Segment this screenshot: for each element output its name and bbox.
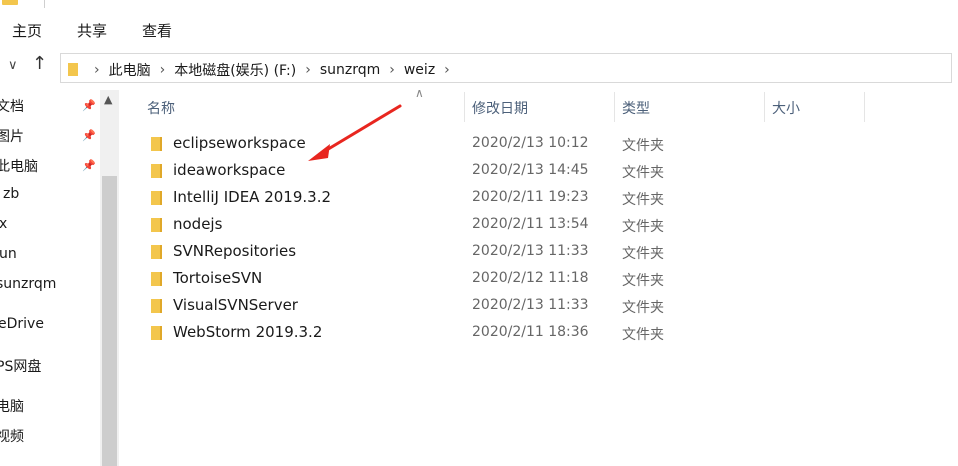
file-row[interactable]: WebStorm 2019.3.2 2020/2/11 18:36 文件夹: [119, 319, 879, 346]
file-name: nodejs: [173, 215, 223, 233]
file-row[interactable]: TortoiseSVN 2020/2/12 11:18 文件夹: [119, 265, 879, 292]
file-type: 文件夹: [622, 219, 664, 235]
title-divider: [44, 0, 45, 8]
folder-icon: [151, 299, 162, 313]
folder-icon: [151, 191, 162, 205]
address-bar[interactable]: › 此电脑 › 本地磁盘(娱乐) (F:) › sunzrqm › weiz ›: [60, 53, 952, 83]
sidebar-item-pc[interactable]: 电脑: [0, 396, 24, 416]
folder-icon: [151, 272, 162, 286]
chevron-right-icon[interactable]: ›: [389, 62, 395, 78]
file-row[interactable]: ideaworkspace 2020/2/13 14:45 文件夹: [119, 157, 879, 184]
file-name: SVNRepositories: [173, 242, 297, 260]
column-divider[interactable]: [614, 92, 615, 122]
chevron-right-icon[interactable]: ›: [305, 62, 311, 78]
file-type: 文件夹: [622, 300, 664, 316]
folder-icon: [151, 218, 162, 232]
folder-icon: [151, 326, 162, 340]
sidebar-item-zb[interactable]: zb: [3, 186, 19, 202]
file-date: 2020/2/13 14:45: [472, 162, 589, 178]
file-date: 2020/2/11 13:54: [472, 216, 589, 232]
pin-icon: 📌: [82, 159, 96, 172]
chevron-right-icon[interactable]: ›: [94, 62, 100, 78]
folder-icon: [68, 63, 78, 76]
file-row[interactable]: VisualSVNServer 2020/2/13 11:33 文件夹: [119, 292, 879, 319]
folder-icon: [2, 0, 18, 5]
title-bar: [0, 0, 958, 10]
up-arrow-icon[interactable]: ↑: [32, 53, 47, 74]
file-type: 文件夹: [622, 138, 664, 154]
file-date: 2020/2/13 11:33: [472, 243, 589, 259]
column-headers: ∧ 名称 修改日期 类型 大小: [119, 86, 958, 122]
file-name: TortoiseSVN: [173, 269, 263, 287]
breadcrumb-this-pc[interactable]: 此电脑: [109, 60, 151, 80]
file-name: IntelliJ IDEA 2019.3.2: [173, 188, 332, 206]
ribbon: 主页 共享 查看: [0, 10, 958, 49]
sidebar-item-onedrive[interactable]: eDrive: [0, 316, 44, 332]
file-row[interactable]: eclipseworkspace 2020/2/13 10:12 文件夹: [119, 130, 879, 157]
file-type: 文件夹: [622, 327, 664, 343]
breadcrumb-weiz[interactable]: weiz: [404, 62, 435, 78]
file-row[interactable]: nodejs 2020/2/11 13:54 文件夹: [119, 211, 879, 238]
file-date: 2020/2/13 10:12: [472, 135, 589, 151]
sidebar-item-un[interactable]: un: [0, 246, 17, 262]
sidebar-item-sunzrqm[interactable]: sunzrqm: [0, 276, 56, 292]
column-header-type[interactable]: 类型: [622, 98, 650, 118]
sidebar-item-x[interactable]: x: [0, 216, 7, 232]
scroll-up-arrow-icon[interactable]: ▲: [104, 93, 112, 106]
breadcrumb: › 此电脑 › 本地磁盘(娱乐) (F:) › sunzrqm › weiz ›: [85, 60, 459, 80]
file-row[interactable]: IntelliJ IDEA 2019.3.2 2020/2/11 19:23 文…: [119, 184, 879, 211]
file-name: WebStorm 2019.3.2: [173, 323, 323, 341]
file-row[interactable]: SVNRepositories 2020/2/13 11:33 文件夹: [119, 238, 879, 265]
sidebar-item-wps-drive[interactable]: PS网盘: [0, 356, 41, 376]
chevron-right-icon[interactable]: ›: [444, 62, 450, 78]
column-divider[interactable]: [764, 92, 765, 122]
file-date: 2020/2/11 18:36: [472, 324, 589, 340]
file-type: 文件夹: [622, 165, 664, 181]
breadcrumb-sunzrqm[interactable]: sunzrqm: [320, 62, 380, 78]
file-type: 文件夹: [622, 192, 664, 208]
tab-view[interactable]: 查看: [142, 20, 172, 41]
column-header-date[interactable]: 修改日期: [472, 98, 528, 118]
folder-icon: [151, 245, 162, 259]
column-divider[interactable]: [464, 92, 465, 122]
recent-locations-chevron-icon[interactable]: ∨: [8, 58, 18, 73]
file-date: 2020/2/12 11:18: [472, 270, 589, 286]
folder-icon: [151, 137, 162, 151]
navigation-pane: 文档 📌 图片 📌 此电脑 📌 zb x un sunzrqm eDrive P…: [0, 90, 100, 466]
sort-ascending-icon: ∧: [415, 86, 424, 100]
file-name: ideaworkspace: [173, 161, 286, 179]
tab-home[interactable]: 主页: [12, 20, 42, 41]
column-header-name[interactable]: 名称: [147, 98, 175, 118]
chevron-right-icon[interactable]: ›: [160, 62, 166, 78]
annotation-arrow-icon: [308, 104, 402, 161]
file-date: 2020/2/13 11:33: [472, 297, 589, 313]
tab-share[interactable]: 共享: [77, 20, 107, 41]
sidebar-item-documents[interactable]: 文档: [0, 96, 24, 116]
sidebar-item-this-pc[interactable]: 此电脑: [0, 156, 38, 176]
breadcrumb-drive-f[interactable]: 本地磁盘(娱乐) (F:): [174, 60, 296, 80]
file-name: VisualSVNServer: [173, 296, 298, 314]
column-divider[interactable]: [864, 92, 865, 122]
sidebar-item-pictures[interactable]: 图片: [0, 126, 24, 146]
sidebar-item-videos[interactable]: 视频: [0, 426, 24, 446]
scrollbar-thumb[interactable]: [102, 176, 117, 466]
file-type: 文件夹: [622, 246, 664, 262]
navigation-bar: ∨ ↑ › 此电脑 › 本地磁盘(娱乐) (F:) › sunzrqm › we…: [0, 48, 958, 88]
folder-icon: [151, 164, 162, 178]
column-header-size[interactable]: 大小: [772, 98, 800, 118]
pin-icon: 📌: [82, 129, 96, 142]
file-type: 文件夹: [622, 273, 664, 289]
pin-icon: 📌: [82, 99, 96, 112]
file-date: 2020/2/11 19:23: [472, 189, 589, 205]
file-name: eclipseworkspace: [173, 134, 306, 152]
